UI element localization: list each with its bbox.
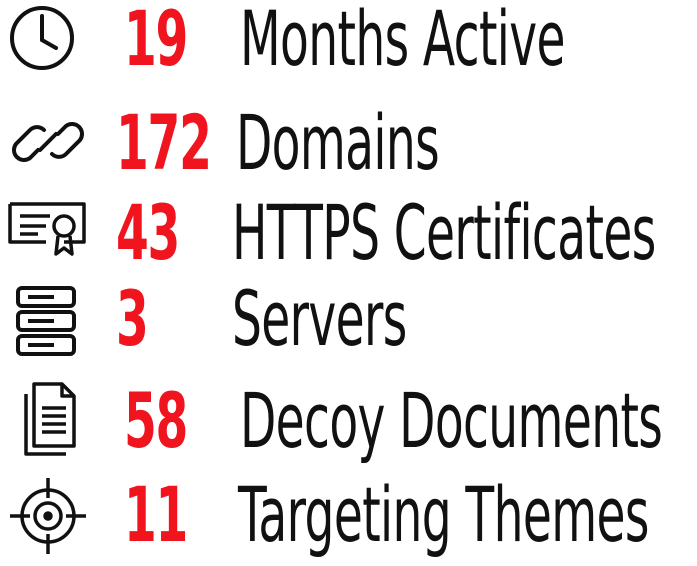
stat-row-months-active: 19 Months Active: [0, 0, 697, 84]
clock-icon: [4, 0, 80, 76]
stat-label: Domains: [236, 98, 440, 187]
chain-link-icon: [8, 102, 88, 182]
crosshair-icon: [6, 474, 90, 558]
server-icon: [14, 284, 82, 358]
stat-label: HTTPS Certificates: [232, 188, 656, 277]
stat-number: 172: [116, 98, 212, 187]
stat-row-servers: 3 Servers: [0, 274, 697, 364]
stat-label: Decoy Documents: [240, 376, 663, 465]
stat-row-domains: 172 Domains: [0, 98, 697, 188]
certificate-icon: [6, 196, 90, 268]
stat-number: 11: [124, 470, 188, 559]
stat-number: 58: [124, 376, 188, 465]
stat-number: 19: [124, 0, 188, 83]
stat-number: 3: [116, 274, 149, 363]
stat-row-decoy-documents: 58 Decoy Documents: [0, 376, 697, 466]
stat-row-targeting-themes: 11 Targeting Themes: [0, 470, 697, 560]
stat-label: Servers: [232, 274, 407, 363]
document-icon: [22, 380, 82, 460]
stat-label: Months Active: [240, 0, 566, 83]
stat-row-https-certificates: 43 HTTPS Certificates: [0, 188, 697, 278]
stat-number: 43: [116, 188, 180, 277]
stat-label: Targeting Themes: [238, 470, 649, 559]
